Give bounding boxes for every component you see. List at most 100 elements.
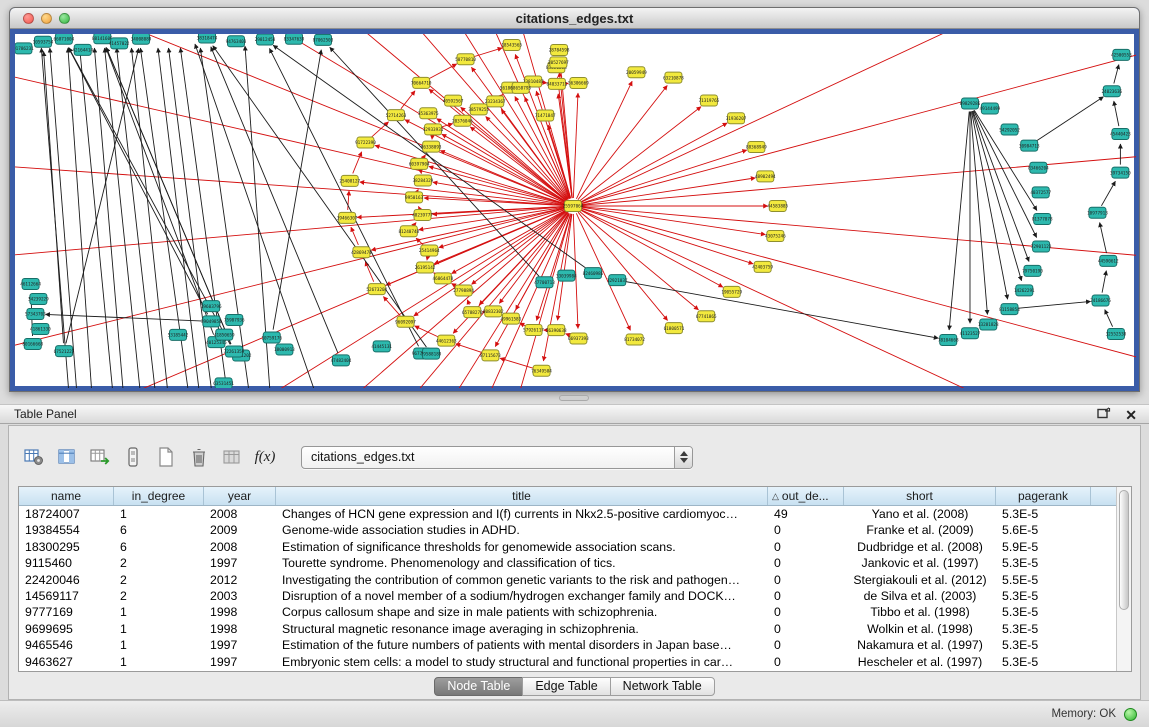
splitter-handle-icon[interactable] xyxy=(559,395,589,401)
show-columns-button[interactable] xyxy=(54,444,80,470)
import-table-button[interactable] xyxy=(219,444,245,470)
graph-edge[interactable] xyxy=(972,111,1008,299)
graph-edge[interactable] xyxy=(582,207,1136,259)
graph-edge[interactable] xyxy=(424,155,426,157)
table-mode-button[interactable] xyxy=(21,444,47,470)
table-row[interactable]: 1830029562008Estimation of significance … xyxy=(19,539,1131,555)
graph-edge[interactable] xyxy=(972,111,1021,281)
graph-edge[interactable] xyxy=(401,91,415,109)
graph-edge[interactable] xyxy=(269,48,418,346)
graph-edge[interactable] xyxy=(213,46,427,347)
column-header-short[interactable]: short xyxy=(844,487,996,505)
new-table-button[interactable] xyxy=(153,444,179,470)
graph-edge[interactable] xyxy=(1017,301,1090,308)
pane-splitter[interactable] xyxy=(0,392,1149,404)
column-header-year[interactable]: year xyxy=(204,487,276,505)
graph-edge[interactable] xyxy=(15,34,565,203)
graph-edge[interactable] xyxy=(69,48,231,345)
table-cell: 2009 xyxy=(204,522,276,538)
float-panel-icon[interactable] xyxy=(1097,406,1111,424)
column-header-out-de-[interactable]: △out_de... xyxy=(768,487,844,505)
graph-edge[interactable] xyxy=(273,50,321,330)
graph-edge[interactable] xyxy=(582,154,1136,206)
table-row[interactable]: 969969511998Structural magnetic resonanc… xyxy=(19,621,1131,637)
graph-edge[interactable] xyxy=(153,34,567,199)
graph-edge[interactable] xyxy=(576,81,632,199)
graph-edge[interactable] xyxy=(467,300,469,305)
table-row[interactable]: 946554611997Estimation of the future num… xyxy=(19,637,1131,653)
graph-edge[interactable] xyxy=(441,124,453,128)
graph-node-label: 49961583 xyxy=(501,316,522,322)
graph-edge[interactable] xyxy=(1036,97,1104,141)
window-titlebar[interactable]: citations_edges.txt xyxy=(10,8,1139,29)
column-header-in-degree[interactable]: in_degree xyxy=(114,487,204,505)
tab-network-table[interactable]: Network Table xyxy=(610,677,715,696)
graph-edge[interactable] xyxy=(66,48,139,343)
scrollbar-thumb[interactable] xyxy=(1119,490,1129,610)
graph-edge[interactable] xyxy=(581,178,755,205)
close-window-icon[interactable] xyxy=(23,13,34,24)
graph-edge[interactable] xyxy=(578,212,667,320)
graph-edge[interactable] xyxy=(579,211,698,310)
table-selector-dropdown[interactable]: citations_edges.txt xyxy=(301,446,693,469)
table-cell: Wolkin et al. (1998) xyxy=(844,621,996,637)
table-row[interactable]: 1456911722003Disruption of a novel membe… xyxy=(19,588,1131,604)
graph-edge[interactable] xyxy=(580,123,727,202)
graph-edge[interactable] xyxy=(456,344,483,353)
graph-node-label: 40372577 xyxy=(1030,190,1051,196)
graph-edge[interactable] xyxy=(1101,181,1115,206)
graph-edge[interactable] xyxy=(106,48,214,335)
table-cell: Embryonic stem cells: a model to study s… xyxy=(276,654,768,670)
graph-node-label: 34239229 xyxy=(28,297,49,303)
tab-edge-table[interactable]: Edge Table xyxy=(522,677,610,696)
graph-node-label: 44612363 xyxy=(436,338,457,344)
graph-edge[interactable] xyxy=(162,213,568,388)
graph-edge[interactable] xyxy=(418,206,419,207)
zoom-window-icon[interactable] xyxy=(59,13,70,24)
table-row[interactable]: 1938455462009Genome-wide association stu… xyxy=(19,522,1131,538)
table-row[interactable]: 1872400712008Changes of HCN gene express… xyxy=(19,506,1131,522)
graph-edge[interactable] xyxy=(1102,271,1106,293)
graph-edge[interactable] xyxy=(1114,65,1119,84)
vertical-scrollbar[interactable] xyxy=(1116,487,1131,671)
table-row[interactable]: 977716911998Corpus callosum shape and si… xyxy=(19,604,1131,620)
graph-edge[interactable] xyxy=(211,47,338,353)
graph-edge[interactable] xyxy=(414,223,416,226)
graph-edge[interactable] xyxy=(69,48,208,315)
table-row[interactable]: 2242004622012Investigating the contribut… xyxy=(19,572,1131,588)
graph-edge[interactable] xyxy=(581,150,747,204)
close-panel-icon[interactable]: ✕ xyxy=(1125,408,1137,422)
graph-edge[interactable] xyxy=(106,47,231,344)
graph-edge[interactable] xyxy=(971,111,988,314)
graph-edge[interactable] xyxy=(45,314,203,321)
graph-edge[interactable] xyxy=(949,111,969,330)
column-header-title[interactable]: title xyxy=(276,487,768,505)
graph-edge[interactable] xyxy=(472,211,567,284)
graph-edge[interactable] xyxy=(573,93,578,198)
delete-table-button[interactable] xyxy=(186,444,212,470)
graph-edge[interactable] xyxy=(1105,310,1113,327)
graph-edge[interactable] xyxy=(371,122,388,137)
memory-status-icon xyxy=(1124,708,1137,721)
graph-edge[interactable] xyxy=(83,34,566,200)
column-header-pagerank[interactable]: pagerank xyxy=(996,487,1091,505)
add-column-button[interactable] xyxy=(87,444,113,470)
function-builder-button[interactable]: f(x) xyxy=(252,444,278,470)
graph-edge[interactable] xyxy=(1114,101,1119,126)
table-row[interactable]: 946362711997Embryonic stem cells: a mode… xyxy=(19,654,1131,670)
minimize-window-icon[interactable] xyxy=(41,13,52,24)
graph-edge[interactable] xyxy=(1100,223,1107,254)
network-canvas[interactable]: 2559706466937393563906385792611749961583… xyxy=(15,34,1136,388)
row-selector-button[interactable] xyxy=(120,444,146,470)
graph-edge[interactable] xyxy=(581,34,1117,202)
table-row[interactable]: 911546021997Tourette syndrome. Phenomeno… xyxy=(19,555,1131,571)
graph-edge[interactable] xyxy=(442,134,566,202)
dropdown-stepper-icon[interactable] xyxy=(674,447,692,468)
graph-edge[interactable] xyxy=(581,208,754,263)
graph-edge[interactable] xyxy=(428,64,456,79)
graph-edge[interactable] xyxy=(68,48,92,388)
tab-node-table[interactable]: Node Table xyxy=(434,677,523,696)
graph-node-label: 9950163 xyxy=(405,195,424,201)
column-header-name[interactable]: name xyxy=(19,487,114,505)
graph-edge[interactable] xyxy=(80,48,113,388)
